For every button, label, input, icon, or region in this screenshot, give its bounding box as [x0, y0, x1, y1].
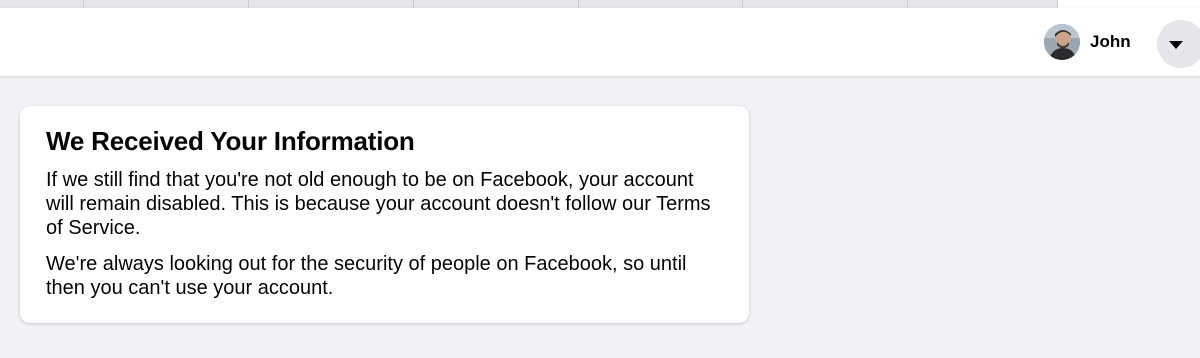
card-paragraph-disabled-notice: If we still find that you're not old eno… — [46, 169, 711, 239]
browser-tab-strip — [0, 0, 1200, 8]
profile-name: John — [1090, 32, 1131, 51]
information-card: We Received Your Information If we still… — [20, 106, 749, 323]
caret-down-icon — [1169, 41, 1183, 49]
tab-segment[interactable] — [908, 0, 1058, 8]
card-title: We Received Your Information — [46, 126, 415, 156]
tab-segment[interactable] — [84, 0, 249, 8]
profile-button[interactable]: John — [1040, 22, 1141, 62]
tab-segment[interactable] — [414, 0, 579, 8]
account-menu-button[interactable] — [1157, 20, 1200, 68]
tab-segment[interactable] — [743, 0, 908, 8]
top-navigation-bar: John — [0, 8, 1200, 76]
avatar-image-icon — [1044, 24, 1080, 60]
tab-segment-active[interactable] — [1058, 0, 1200, 8]
tab-segment[interactable] — [579, 0, 743, 8]
card-paragraph-security-notice: We're always looking out for the securit… — [46, 253, 687, 299]
tab-segment[interactable] — [249, 0, 414, 8]
avatar — [1044, 24, 1080, 60]
tab-segment[interactable] — [0, 0, 84, 8]
